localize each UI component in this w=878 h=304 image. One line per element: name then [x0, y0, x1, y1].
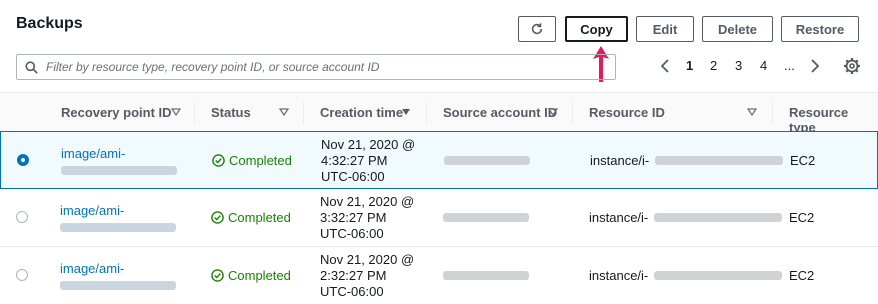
blurred-source-account-id [443, 213, 529, 222]
status-text: Completed [228, 210, 291, 225]
status-cell: Completed [211, 268, 291, 283]
edit-button[interactable]: Edit [636, 16, 694, 42]
row-radio-button[interactable] [16, 269, 28, 281]
creation-time-cell: Nov 21, 2020 @ 4:32:27 PM UTC-06:00 [321, 137, 415, 185]
blurred-recovery-point-id [60, 281, 176, 290]
search-icon [25, 60, 38, 74]
table-header: Recovery point ID Status Creation time S… [0, 92, 878, 135]
resource-type: EC2 [790, 153, 816, 168]
resource-type: EC2 [789, 210, 815, 225]
blurred-resource-id [655, 156, 783, 165]
blurred-resource-id [654, 213, 782, 222]
page-title: Backups [16, 15, 83, 32]
check-circle-icon [211, 269, 224, 282]
resource-id-prefix: instance/i- [590, 153, 650, 168]
creation-date: Nov 21, 2020 @ [321, 137, 416, 152]
status-text: Completed [229, 153, 292, 168]
refresh-button[interactable] [518, 16, 556, 42]
col-resource-id[interactable]: Resource ID [589, 105, 665, 120]
resource-id-prefix: instance/i- [589, 210, 649, 225]
creation-timezone: UTC-06:00 [320, 284, 384, 299]
status-cell: Completed [211, 210, 291, 225]
sort-caret-icon[interactable] [171, 107, 181, 117]
sort-caret-icon[interactable] [401, 107, 411, 117]
status-text: Completed [228, 268, 291, 283]
row-radio-button[interactable] [16, 211, 28, 223]
column-divider [572, 102, 573, 124]
check-circle-icon [212, 154, 225, 167]
col-status[interactable]: Status [211, 105, 251, 120]
col-creation-time[interactable]: Creation time [320, 105, 403, 120]
creation-clock: 3:32:27 PM [320, 210, 387, 225]
page-3[interactable]: 3 [735, 58, 742, 73]
creation-clock: 4:32:27 PM [321, 153, 388, 168]
copy-button[interactable]: Copy [565, 16, 628, 42]
refresh-icon [531, 23, 543, 35]
row-radio-button[interactable] [17, 154, 29, 166]
col-source-account-id[interactable]: Source account ID [443, 105, 557, 120]
table-row[interactable]: image/ami- Completed Nov 21, 2020 @ 3:32… [0, 189, 878, 247]
filter-search-field[interactable] [16, 54, 616, 80]
chevron-right-icon[interactable] [807, 58, 821, 74]
creation-timezone: UTC-06:00 [320, 226, 384, 241]
recovery-point-link[interactable]: image/ami- [60, 203, 124, 218]
blurred-source-account-id [444, 156, 530, 165]
filter-input[interactable] [46, 60, 606, 74]
blurred-resource-id [654, 271, 782, 280]
delete-button[interactable]: Delete [702, 16, 773, 42]
resource-type: EC2 [789, 268, 815, 283]
check-circle-icon [211, 211, 224, 224]
page-2[interactable]: 2 [710, 58, 717, 73]
table-row[interactable]: image/ami- Completed Nov 21, 2020 @ 4:32… [0, 131, 878, 189]
sort-caret-icon[interactable] [279, 107, 289, 117]
page-4[interactable]: 4 [760, 58, 767, 73]
column-divider [303, 102, 304, 124]
sort-caret-icon[interactable] [548, 107, 558, 117]
column-divider [772, 102, 773, 124]
column-divider [426, 102, 427, 124]
chevron-left-icon[interactable] [659, 58, 673, 74]
page-ellipsis: ... [784, 58, 795, 73]
recovery-point-link[interactable]: image/ami- [61, 146, 125, 161]
creation-clock: 2:32:27 PM [320, 268, 387, 283]
recovery-point-link[interactable]: image/ami- [60, 261, 124, 276]
creation-time-cell: Nov 21, 2020 @ 2:32:27 PM UTC-06:00 [320, 252, 414, 300]
sort-caret-icon[interactable] [747, 107, 757, 117]
backups-header: Backups Copy Edit Delete Restore 1 2 3 4… [0, 0, 878, 92]
creation-date: Nov 21, 2020 @ [320, 194, 415, 209]
creation-time-cell: Nov 21, 2020 @ 3:32:27 PM UTC-06:00 [320, 194, 414, 242]
page-1[interactable]: 1 [686, 58, 693, 73]
settings-gear-icon[interactable] [843, 57, 861, 75]
blurred-recovery-point-id [61, 166, 177, 175]
status-cell: Completed [212, 153, 292, 168]
blurred-source-account-id [443, 271, 529, 280]
creation-timezone: UTC-06:00 [321, 169, 385, 184]
blurred-recovery-point-id [60, 223, 176, 232]
resource-id-prefix: instance/i- [589, 268, 649, 283]
col-recovery-point-id[interactable]: Recovery point ID [61, 105, 172, 120]
table-row[interactable]: image/ami- Completed Nov 21, 2020 @ 2:32… [0, 247, 878, 304]
creation-date: Nov 21, 2020 @ [320, 252, 415, 267]
column-divider [194, 102, 195, 124]
restore-button[interactable]: Restore [781, 16, 859, 42]
